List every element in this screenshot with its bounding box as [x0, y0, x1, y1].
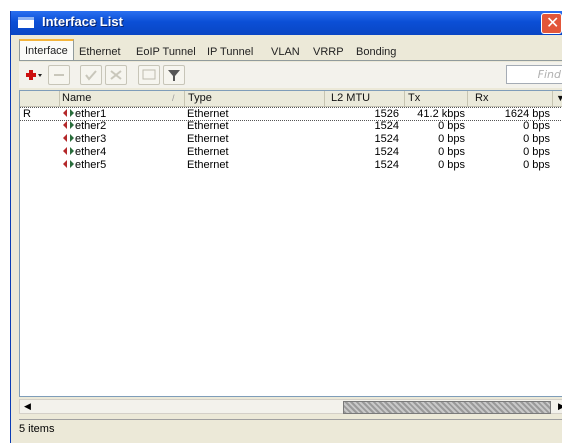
tab-bonding[interactable]: Bonding	[351, 43, 401, 61]
row-type: Ethernet	[187, 133, 229, 145]
row-type: Ethernet	[187, 146, 229, 158]
window-icon	[18, 17, 34, 28]
table-header: Name / Type L2 MTU Tx Rx ▼	[20, 91, 562, 107]
row-l2mtu: 1524	[374, 120, 399, 132]
row-tx: 0 bps	[438, 146, 465, 158]
row-l2mtu: 1524	[374, 146, 399, 158]
row-rx: 0 bps	[523, 120, 550, 132]
comment-icon	[142, 69, 156, 80]
scroll-right-icon[interactable]: ▶	[555, 401, 562, 413]
row-rx: 0 bps	[523, 133, 550, 145]
close-button[interactable]: ✕	[541, 13, 562, 34]
row-rx: 0 bps	[523, 146, 550, 158]
enable-button[interactable]	[80, 65, 102, 85]
filter-button[interactable]	[163, 65, 185, 85]
table-row[interactable]: ether5 Ethernet 1524 0 bps 0 bps	[20, 159, 562, 172]
scrollbar-thumb[interactable]	[343, 401, 551, 414]
add-icon	[26, 70, 42, 80]
comment-button[interactable]	[138, 65, 160, 85]
tab-vlan[interactable]: VLAN	[266, 43, 305, 61]
column-header-rx[interactable]: Rx	[468, 91, 553, 106]
add-button[interactable]	[22, 65, 44, 85]
row-tx: 0 bps	[438, 159, 465, 171]
table-row[interactable]: ether4 Ethernet 1524 0 bps 0 bps	[20, 146, 562, 159]
row-l2mtu: 1524	[374, 159, 399, 171]
disable-button[interactable]	[105, 65, 127, 85]
row-type: Ethernet	[187, 159, 229, 171]
column-header-l2mtu[interactable]: L2 MTU	[325, 91, 405, 106]
tab-divider	[19, 60, 562, 61]
row-tx: 0 bps	[438, 120, 465, 132]
disable-icon	[110, 70, 122, 80]
close-icon: ✕	[546, 13, 560, 32]
column-header-tx[interactable]: Tx	[405, 91, 468, 106]
tab-vrrp[interactable]: VRRP	[308, 43, 349, 61]
interface-list-window: Interface List ✕ Interface Ethernet EoIP…	[10, 11, 562, 443]
tab-ethernet[interactable]: Ethernet	[74, 43, 126, 61]
interface-icon	[62, 159, 75, 174]
row-rx: 0 bps	[523, 159, 550, 171]
status-bar: 5 items	[19, 419, 562, 438]
column-header-name[interactable]: Name /	[60, 91, 185, 106]
title-bar[interactable]: Interface List ✕	[11, 11, 562, 35]
tab-ip-tunnel[interactable]: IP Tunnel	[202, 43, 258, 61]
window-title: Interface List	[42, 14, 123, 29]
table-row[interactable]: R ether1 Ethernet 1526 41.2 kbps 1624 bp…	[20, 107, 562, 121]
toolbar: Find	[19, 62, 562, 88]
column-header-flags[interactable]	[20, 91, 60, 106]
interface-table: Name / Type L2 MTU Tx Rx ▼ R ether1 Ether…	[19, 90, 562, 397]
scroll-left-icon[interactable]: ◀	[21, 401, 34, 413]
row-name: ether4	[75, 146, 107, 158]
column-menu-button[interactable]: ▼	[553, 91, 562, 106]
horizontal-scrollbar[interactable]: ◀ ▶	[19, 399, 562, 414]
enable-icon	[85, 70, 97, 81]
table-row[interactable]: ether2 Ethernet 1524 0 bps 0 bps	[20, 120, 562, 133]
row-type: Ethernet	[187, 120, 229, 132]
tab-interface[interactable]: Interface	[19, 39, 74, 61]
row-tx: 0 bps	[438, 133, 465, 145]
find-input[interactable]: Find	[506, 65, 562, 84]
remove-icon	[54, 74, 64, 76]
tab-eoip-tunnel[interactable]: EoIP Tunnel	[131, 43, 201, 61]
item-count: 5 items	[19, 423, 55, 435]
row-name: ether5	[75, 159, 107, 171]
table-row[interactable]: ether3 Ethernet 1524 0 bps 0 bps	[20, 133, 562, 146]
column-menu-icon: ▼	[556, 93, 562, 103]
row-name: ether2	[75, 120, 107, 132]
sort-indicator-icon: /	[172, 93, 175, 103]
column-header-type[interactable]: Type	[185, 91, 325, 106]
row-l2mtu: 1524	[374, 133, 399, 145]
remove-button[interactable]	[48, 65, 70, 85]
row-name: ether3	[75, 133, 107, 145]
filter-icon	[168, 70, 180, 81]
